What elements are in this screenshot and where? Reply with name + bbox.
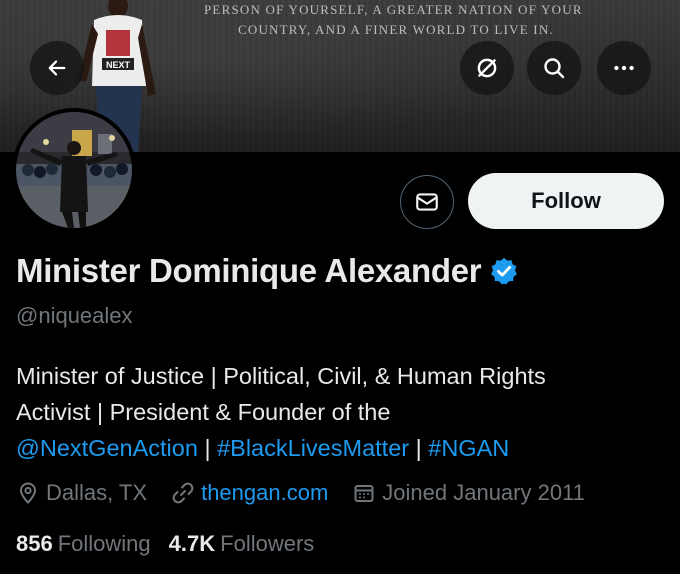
website-item[interactable]: thengan.com — [171, 480, 328, 506]
following-label: Following — [57, 531, 151, 556]
calendar-icon — [354, 485, 374, 502]
more-dots-icon — [614, 65, 634, 71]
bio-line-1: Minister of Justice | Political, Civil, … — [16, 363, 546, 389]
joined-text: Joined January 2011 — [382, 480, 585, 505]
banner-shirt-text: NEXT — [106, 60, 131, 70]
envelope-icon — [416, 193, 438, 211]
bio-mention-link[interactable]: @NextGenAction — [16, 435, 198, 461]
profile-bio: Minister of Justice | Political, Civil, … — [16, 358, 666, 466]
location-text: Dallas, TX — [46, 480, 148, 505]
following-count: 856 — [16, 531, 53, 556]
bio-line-2: Activist | President & Founder of the — [16, 399, 391, 425]
message-button[interactable] — [400, 175, 454, 229]
avatar-photo — [16, 112, 132, 228]
profile-handle: @niquealex — [16, 303, 133, 328]
search-button[interactable] — [527, 41, 581, 95]
more-button[interactable] — [597, 41, 651, 95]
profile-avatar[interactable] — [12, 108, 136, 232]
display-name: Minister Dominique Alexander — [16, 252, 482, 289]
bio-separator: | — [409, 435, 429, 461]
location-pin-icon — [19, 482, 37, 504]
bio-hashtag-link[interactable]: #BlackLivesMatter — [217, 435, 409, 461]
followers-label: Followers — [220, 531, 315, 556]
joined-item: Joined January 2011 — [352, 480, 585, 506]
bio-hashtag-link[interactable]: #NGAN — [428, 435, 509, 461]
website-link[interactable]: thengan.com — [201, 480, 328, 506]
profile-stats: 856 Following 4.7K Followers — [16, 531, 332, 557]
location-item: Dallas, TX — [16, 480, 147, 506]
link-icon — [172, 482, 194, 504]
search-icon — [544, 58, 565, 79]
sponsor-button[interactable] — [460, 41, 514, 95]
banner-text-line-2: COUNTRY, AND A FINER WORLD TO LIVE IN. — [238, 22, 554, 37]
followers-count: 4.7K — [168, 531, 216, 556]
banner-text-line-1: PERSON OF YOURSELF, A GREATER NATION OF … — [204, 2, 583, 17]
profile-meta: Dallas, TX thengan.com Joined January 20… — [16, 480, 609, 506]
back-button[interactable] — [30, 41, 84, 95]
verified-badge-icon[interactable] — [489, 256, 519, 286]
followers-link[interactable]: 4.7K Followers — [169, 531, 315, 557]
slash-circle-icon — [477, 58, 497, 78]
follow-button[interactable]: Follow — [468, 173, 664, 229]
following-link[interactable]: 856 Following — [16, 531, 151, 557]
profile-name-row: Minister Dominique Alexander — [16, 252, 519, 290]
bio-line-3: @NextGenAction | #BlackLivesMatter | #NG… — [16, 430, 666, 466]
arrow-left-icon — [48, 60, 66, 76]
bio-separator: | — [197, 435, 218, 461]
